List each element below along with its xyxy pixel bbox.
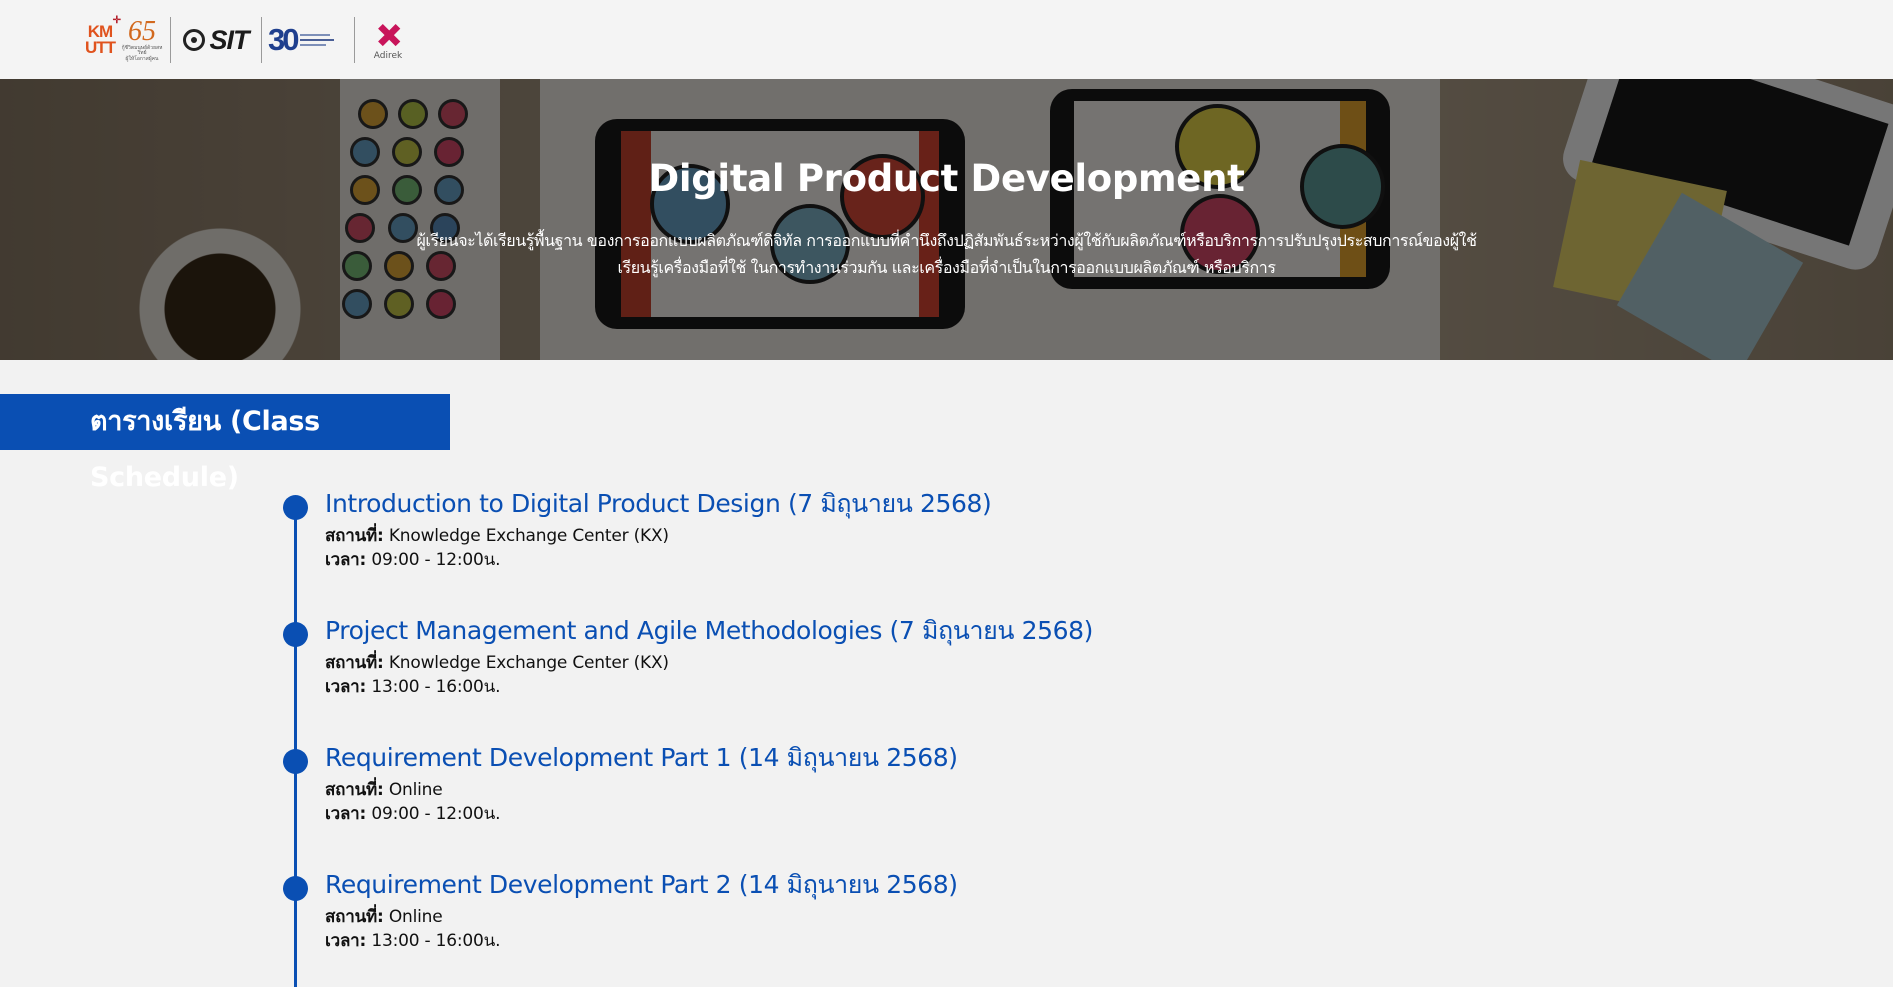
time-value: 13:00 - 16:00น. bbox=[371, 677, 501, 697]
timeline-dot-icon bbox=[283, 622, 308, 647]
session-location: สถานที่: Knowledge Exchange Center (KX) bbox=[325, 525, 669, 547]
session-location: สถานที่: Knowledge Exchange Center (KX) bbox=[325, 652, 669, 674]
session-title[interactable]: Introduction to Digital Product Design (… bbox=[325, 488, 992, 520]
location-label: สถานที่: bbox=[325, 526, 384, 546]
session-time: เวลา: 13:00 - 16:00น. bbox=[325, 930, 500, 952]
course-description-line: ผู้เรียนจะได้เรียนรู้พื้นฐาน ของการออกแบ… bbox=[416, 231, 1477, 250]
timeline-line bbox=[294, 506, 297, 987]
logo-divider bbox=[261, 17, 262, 63]
location-value: Online bbox=[388, 907, 443, 927]
location-label: สถานที่: bbox=[325, 780, 384, 800]
timeline-dot-icon bbox=[283, 495, 308, 520]
session-time: เวลา: 13:00 - 16:00น. bbox=[325, 676, 500, 698]
adirek-logo[interactable]: ✚ Adirek bbox=[363, 11, 413, 66]
time-value: 09:00 - 12:00น. bbox=[371, 804, 501, 824]
location-label: สถานที่: bbox=[325, 907, 384, 927]
site-header: ✛ KM UTT 65 กู้ชีวิตมนุษย์ด้วยสหวิทย์ ผู้ใ… bbox=[0, 0, 1893, 80]
time-label: เวลา: bbox=[325, 677, 367, 697]
sit-30-years-logo: 30 bbox=[268, 14, 352, 66]
kmutt-logo[interactable]: ✛ KM UTT bbox=[80, 14, 121, 66]
location-value: Knowledge Exchange Center (KX) bbox=[388, 526, 669, 546]
timeline-dot-icon bbox=[283, 749, 308, 774]
time-label: เวลา: bbox=[325, 931, 367, 951]
course-description: ผู้เรียนจะได้เรียนรู้พื้นฐาน ของการออกแบ… bbox=[330, 227, 1563, 281]
sit-emblem-icon bbox=[183, 29, 206, 51]
kmutt-65-years-logo: 65 กู้ชีวิตมนุษย์ด้วยสหวิทย์ ผู้ให้โอกาสผ… bbox=[121, 15, 163, 62]
hero-banner: Digital Product Development ผู้เรียนจะได… bbox=[0, 79, 1893, 360]
logo-divider bbox=[170, 17, 171, 63]
session-time: เวลา: 09:00 - 12:00น. bbox=[325, 549, 500, 571]
session-time: เวลา: 09:00 - 12:00น. bbox=[325, 803, 500, 825]
session-title[interactable]: Requirement Development Part 1 (14 มิถุน… bbox=[325, 742, 958, 774]
session-location: สถานที่: Online bbox=[325, 906, 443, 928]
time-label: เวลา: bbox=[325, 550, 367, 570]
session-title[interactable]: Requirement Development Part 2 (14 มิถุน… bbox=[325, 869, 958, 901]
time-label: เวลา: bbox=[325, 804, 367, 824]
timeline-dot-icon bbox=[283, 876, 308, 901]
partner-logos: ✛ KM UTT 65 กู้ชีวิตมนุษย์ด้วยสหวิทย์ ผู้ใ… bbox=[80, 11, 413, 66]
hero-dark-overlay bbox=[0, 79, 1893, 360]
location-value: Online bbox=[388, 780, 443, 800]
time-value: 13:00 - 16:00น. bbox=[371, 931, 501, 951]
logo-divider bbox=[354, 17, 355, 63]
session-title[interactable]: Project Management and Agile Methodologi… bbox=[325, 615, 1093, 647]
sit-logo[interactable]: SIT bbox=[177, 14, 255, 66]
location-value: Knowledge Exchange Center (KX) bbox=[388, 653, 669, 673]
class-schedule-heading: ตารางเรียน (Class Schedule) bbox=[0, 394, 450, 493]
course-description-line: เรียนรู้เครื่องมือที่ใช้ ในการทำงานร่วมก… bbox=[617, 258, 1276, 277]
page-title: Digital Product Development bbox=[648, 157, 1245, 200]
adirek-mark-icon: ✚ bbox=[363, 11, 413, 61]
session-location: สถานที่: Online bbox=[325, 779, 443, 801]
location-label: สถานที่: bbox=[325, 653, 384, 673]
time-value: 09:00 - 12:00น. bbox=[371, 550, 501, 570]
